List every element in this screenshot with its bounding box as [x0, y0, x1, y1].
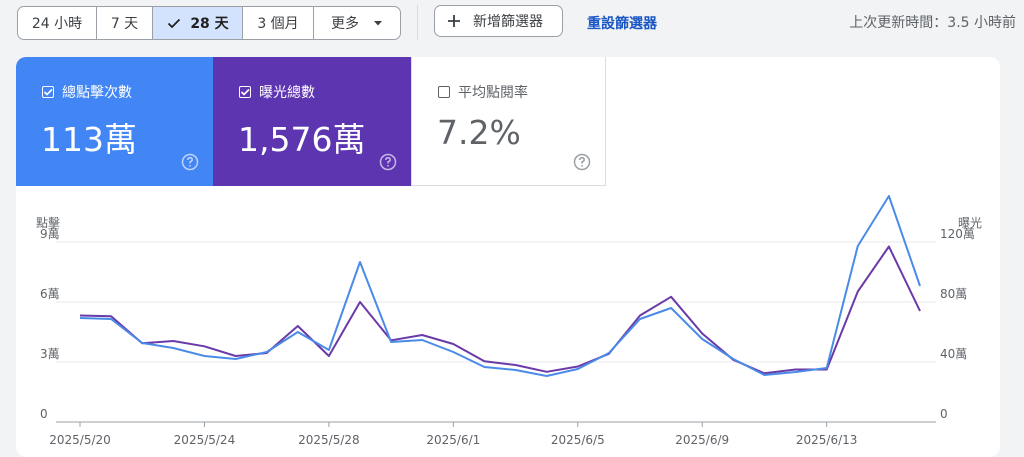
left-axis-ticks: 0 3萬 6萬 9萬 [40, 227, 60, 421]
right-tick-label: 120萬 [940, 227, 975, 241]
left-tick-label: 0 [40, 407, 48, 421]
x-axis-ticks: 2025/5/20 2025/5/24 2025/5/28 2025/6/1 2025/… [49, 422, 857, 447]
right-tick-label: 0 [940, 407, 948, 421]
x-tick-label: 2025/6/5 [551, 433, 605, 447]
chart-series [79, 195, 921, 377]
x-tick-label: 2025/6/13 [796, 433, 858, 447]
right-axis-ticks: 0 40萬 80萬 120萬 [940, 227, 975, 421]
x-tick-label: 2025/5/20 [49, 433, 111, 447]
performance-chart[interactable]: 點擊 曝光 03萬6萬9萬 040萬80萬120萬 2025/5/20 2025/… [16, 57, 1000, 447]
left-tick-label: 3萬 [40, 347, 60, 361]
range-28d-button[interactable]: 28 天 [153, 7, 243, 39]
impressions-series-line [79, 245, 921, 375]
range-3m-button[interactable]: 3 個月 [243, 7, 314, 39]
range-28d-label: 28 天 [190, 16, 229, 32]
clicks-series-line [79, 195, 921, 377]
left-tick-label: 9萬 [40, 227, 60, 241]
toolbar-divider [417, 5, 418, 40]
x-tick-label: 2025/5/24 [174, 433, 236, 447]
reset-filters-link[interactable]: 重設篩選器 [587, 13, 657, 33]
left-tick-label: 6萬 [40, 287, 60, 301]
x-tick-label: 2025/6/9 [675, 433, 729, 447]
last-updated-text: 上次更新時間：3.5 小時前 [849, 15, 1016, 31]
date-range-selector: 24 小時 7 天 28 天 3 個月 更多 [17, 6, 401, 40]
add-filter-button[interactable]: 新增篩選器 [434, 5, 563, 37]
performance-card: 總點擊次數 113萬 曝光總數 1,576萬 平均點閱率 7.2% 點擊 曝光 … [16, 57, 1000, 457]
right-tick-label: 40萬 [940, 347, 967, 361]
check-icon [168, 18, 181, 29]
plus-icon [448, 15, 460, 27]
x-tick-label: 2025/5/28 [298, 433, 360, 447]
x-tick-label: 2025/6/1 [426, 433, 480, 447]
caret-down-icon [374, 21, 382, 26]
chart-gridlines [56, 241, 936, 423]
range-7d-button[interactable]: 7 天 [97, 7, 153, 39]
more-label: 更多 [331, 16, 359, 32]
range-24h-button[interactable]: 24 小時 [18, 7, 97, 39]
more-ranges-dropdown[interactable]: 更多 [314, 7, 400, 39]
right-tick-label: 80萬 [940, 287, 967, 301]
add-filter-label: 新增篩選器 [473, 14, 543, 30]
